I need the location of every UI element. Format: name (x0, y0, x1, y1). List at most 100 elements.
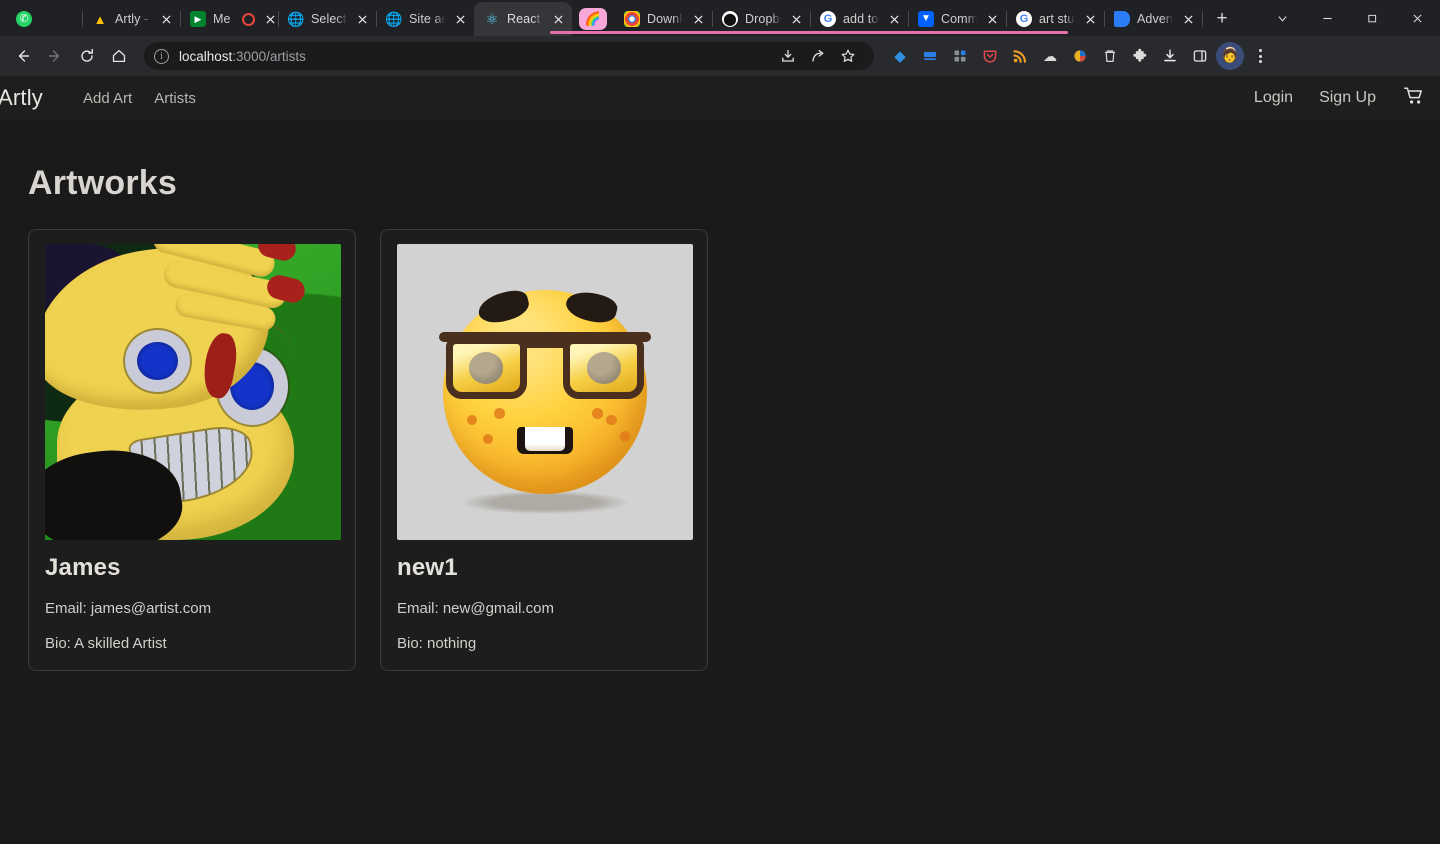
nav-link-artists[interactable]: Artists (154, 90, 196, 107)
pocket-extension-icon[interactable] (976, 42, 1004, 70)
browser-toolbar: i localhost:3000/artists ◆ ☁ 🧑 (0, 36, 1440, 76)
google-icon: G (820, 11, 836, 27)
rss-extension-icon[interactable] (1006, 42, 1034, 70)
tab-search-chevron-down-icon[interactable] (1260, 0, 1305, 36)
whatsapp-icon: ✆ (16, 11, 32, 27)
downloads-icon[interactable] (1156, 42, 1184, 70)
login-link[interactable]: Login (1254, 89, 1293, 107)
globe-icon: 🌐 (288, 11, 304, 27)
install-icon[interactable] (774, 42, 802, 70)
browser-tab-whatsapp[interactable]: ✆ (6, 2, 83, 36)
signup-link[interactable]: Sign Up (1319, 89, 1376, 107)
shopping-cart-icon[interactable] (1404, 86, 1424, 110)
react-icon: ⚛ (485, 11, 499, 27)
google-meet-icon: ▶ (190, 11, 206, 27)
tab-close-button[interactable] (158, 11, 174, 27)
chrome-icon (624, 11, 640, 27)
browser-tab-select[interactable]: 🌐 Select a (278, 2, 377, 36)
browser-tab-site-admin[interactable]: 🌐 Site ad (376, 2, 475, 36)
trash-extension-icon[interactable] (1096, 42, 1124, 70)
recording-indicator-icon (242, 12, 255, 26)
back-arrow-icon[interactable] (8, 41, 38, 71)
tab-title: Advent (1137, 12, 1173, 26)
artist-email: Email: james@artist.com (45, 600, 212, 617)
rainbow-icon: 🌈 (579, 8, 607, 30)
star-icon[interactable] (834, 42, 862, 70)
url-text: localhost:3000/artists (179, 49, 306, 64)
browser-window: ✆ ▲ Artly - ▶ Me 🌐 Select a (0, 0, 1440, 844)
artist-bio: Bio: A skilled Artist (45, 635, 167, 652)
tab-close-button[interactable] (690, 11, 706, 27)
artist-name: James (45, 554, 121, 581)
site-info-icon[interactable]: i (154, 48, 169, 64)
tab-strip: ✆ ▲ Artly - ▶ Me 🌐 Select a (0, 0, 1440, 36)
artwork-image-new1[interactable] (397, 244, 693, 540)
artworks-grid: James Email: james@artist.com Bio: A ski… (28, 229, 1440, 671)
omnibox-actions (774, 42, 862, 70)
globe-icon: 🌐 (386, 11, 402, 27)
browser-tab-artly[interactable]: ▲ Artly - (82, 2, 181, 36)
tab-title: Me (213, 12, 231, 26)
tab-title: art stu (1039, 12, 1075, 26)
browser-tab-adventure[interactable]: Advent (1104, 2, 1203, 36)
tab-close-button[interactable] (788, 11, 804, 27)
artwork-image-james[interactable] (45, 244, 341, 540)
nav-links: Add Art Artists (83, 90, 196, 107)
tab-title: Select a (311, 12, 347, 26)
tab-title: Comm (941, 12, 977, 26)
nav-link-add-art[interactable]: Add Art (83, 90, 132, 107)
share-icon[interactable] (804, 42, 832, 70)
puzzle-extensions-icon[interactable] (1126, 42, 1154, 70)
cloud-extension-icon[interactable]: ☁ (1036, 42, 1064, 70)
tab-title: Dropbo (745, 12, 781, 26)
forward-arrow-icon[interactable] (40, 41, 70, 71)
tab-close-button[interactable] (354, 11, 370, 27)
address-bar[interactable]: i localhost:3000/artists (144, 42, 874, 70)
nav-auth-links: Login Sign Up (1254, 86, 1424, 110)
maximize-icon[interactable] (1350, 0, 1395, 36)
minimize-icon[interactable] (1305, 0, 1350, 36)
url-host: localhost (179, 48, 233, 64)
tab-close-button[interactable] (550, 11, 566, 27)
blue-doc-icon (1114, 11, 1130, 27)
home-icon[interactable] (104, 41, 134, 71)
tab-close-button[interactable] (452, 11, 468, 27)
artist-email: Email: new@gmail.com (397, 600, 554, 617)
extensions-strip: ◆ ☁ 🧑 (886, 42, 1274, 70)
artist-bio: Bio: nothing (397, 635, 477, 652)
three-dot-menu-icon[interactable] (1246, 42, 1274, 70)
diamond-extension-icon[interactable]: ◆ (886, 42, 914, 70)
tab-group-indicator (550, 31, 1068, 34)
tab-title: Downlo (647, 12, 683, 26)
tab-close-button[interactable] (984, 11, 1000, 27)
page-viewport: Artly Add Art Artists Login Sign Up Artw… (0, 76, 1440, 844)
artist-name: new1 (397, 554, 458, 581)
google-drive-icon: ▲ (93, 11, 107, 27)
tab-close-button[interactable] (1180, 11, 1196, 27)
close-icon[interactable] (1395, 0, 1440, 36)
profile-avatar[interactable]: 🧑 (1216, 42, 1244, 70)
tab-close-button[interactable] (1082, 11, 1098, 27)
tab-title: add to (843, 12, 879, 26)
google-icon: G (1016, 11, 1032, 27)
browser-tab-meet[interactable]: ▶ Me (180, 2, 279, 36)
tab-title: Artly - (115, 12, 149, 26)
new-tab-button[interactable]: + (1208, 5, 1236, 33)
grid-extension-icon[interactable] (946, 42, 974, 70)
screen-extension-icon[interactable] (916, 42, 944, 70)
artist-card-new1[interactable]: new1 Email: new@gmail.com Bio: nothing (380, 229, 708, 671)
site-brand[interactable]: Artly (0, 85, 43, 111)
url-path: :3000/artists (232, 48, 306, 64)
tab-title: React A (507, 12, 543, 26)
dropbox-icon: ▼ (918, 11, 934, 27)
pie-chart-extension-icon[interactable] (1066, 42, 1094, 70)
tab-close-button[interactable] (262, 11, 278, 27)
artist-card-james[interactable]: James Email: james@artist.com Bio: A ski… (28, 229, 356, 671)
reload-icon[interactable] (72, 41, 102, 71)
side-panel-icon[interactable] (1186, 42, 1214, 70)
tab-close-button[interactable] (886, 11, 902, 27)
page-title: Artworks (28, 164, 177, 202)
github-icon: ⬤ (722, 11, 738, 27)
site-navbar: Artly Add Art Artists Login Sign Up (0, 76, 1440, 120)
window-controls (1260, 0, 1440, 36)
